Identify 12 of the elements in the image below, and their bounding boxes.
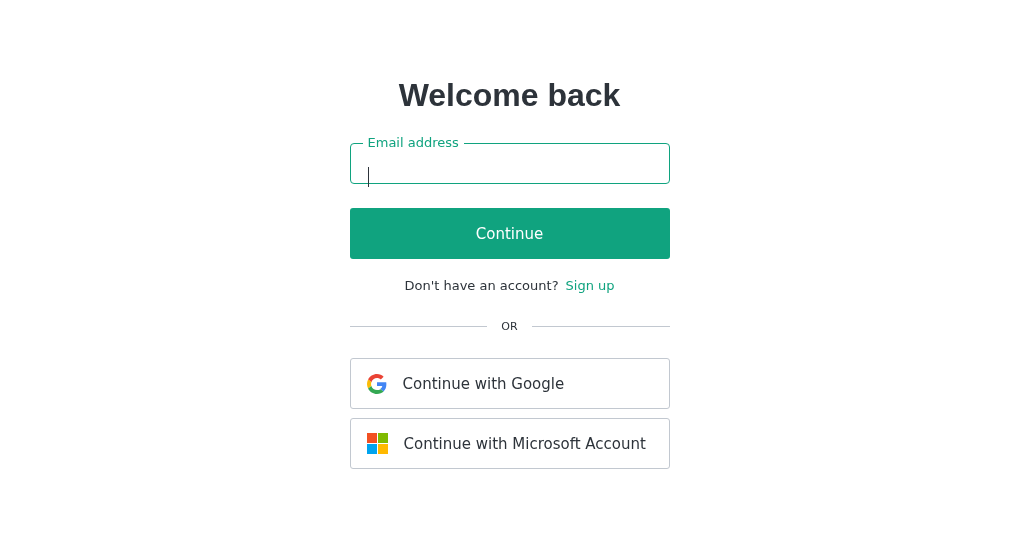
- email-field[interactable]: Email address: [349, 134, 670, 184]
- four-squares-icon: [366, 433, 388, 454]
- field-label: Email address: [366, 134, 460, 152]
- signup-link[interactable]: Sign up: [565, 278, 615, 293]
- provider-button[interactable]: Continue with Microsoft Account: [349, 418, 670, 469]
- signup-prompt: Don't have an account?: [404, 278, 559, 293]
- page-title: Welcome back: [397, 76, 622, 114]
- divider-label: OR: [500, 319, 519, 333]
- provider-button[interactable]: Continue with Google: [349, 358, 670, 409]
- text-cursor: [367, 167, 369, 187]
- continue-button[interactable]: Continue: [349, 208, 670, 259]
- google-g-icon: [366, 373, 387, 394]
